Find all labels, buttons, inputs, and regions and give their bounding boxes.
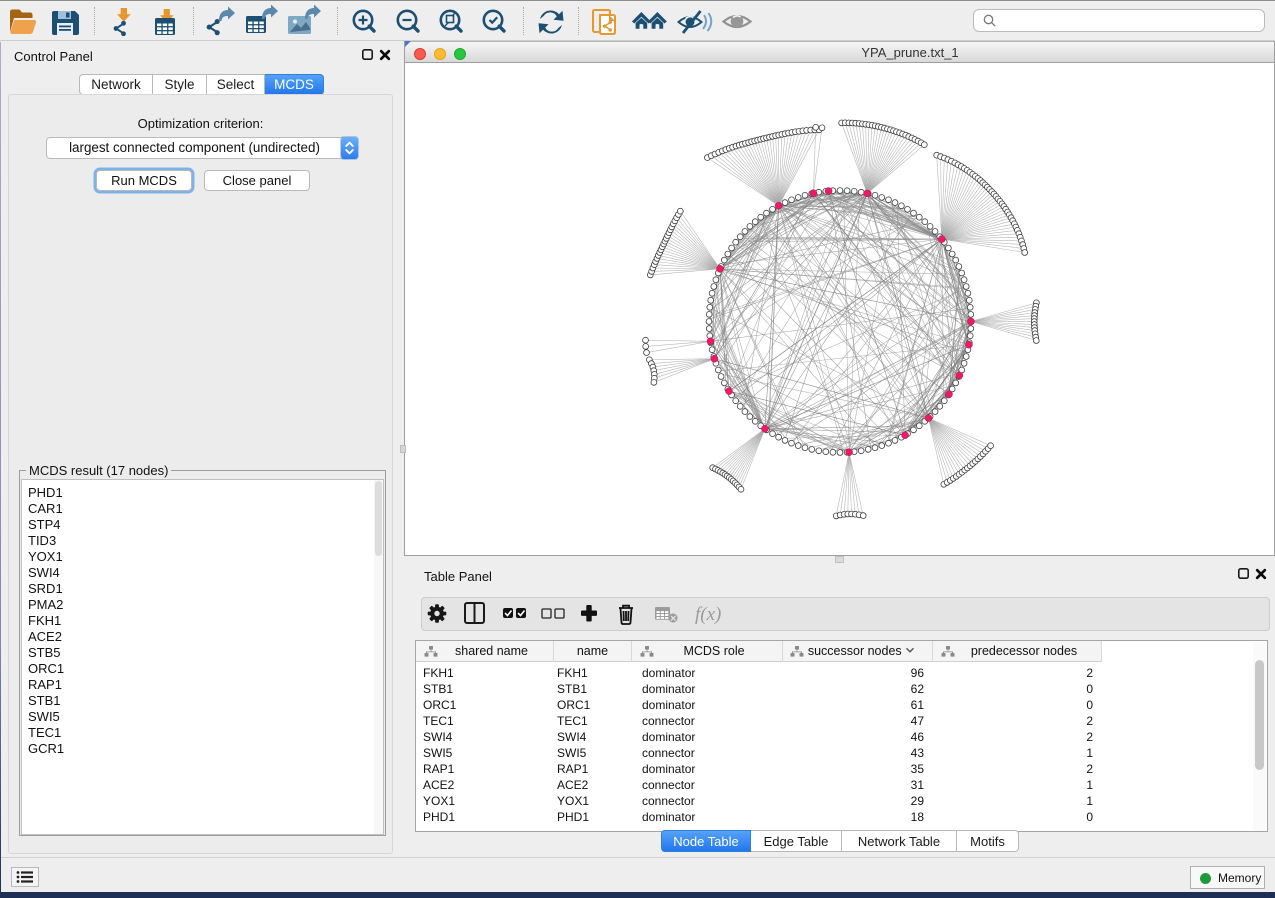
svg-text:f(x): f(x) (695, 604, 721, 625)
